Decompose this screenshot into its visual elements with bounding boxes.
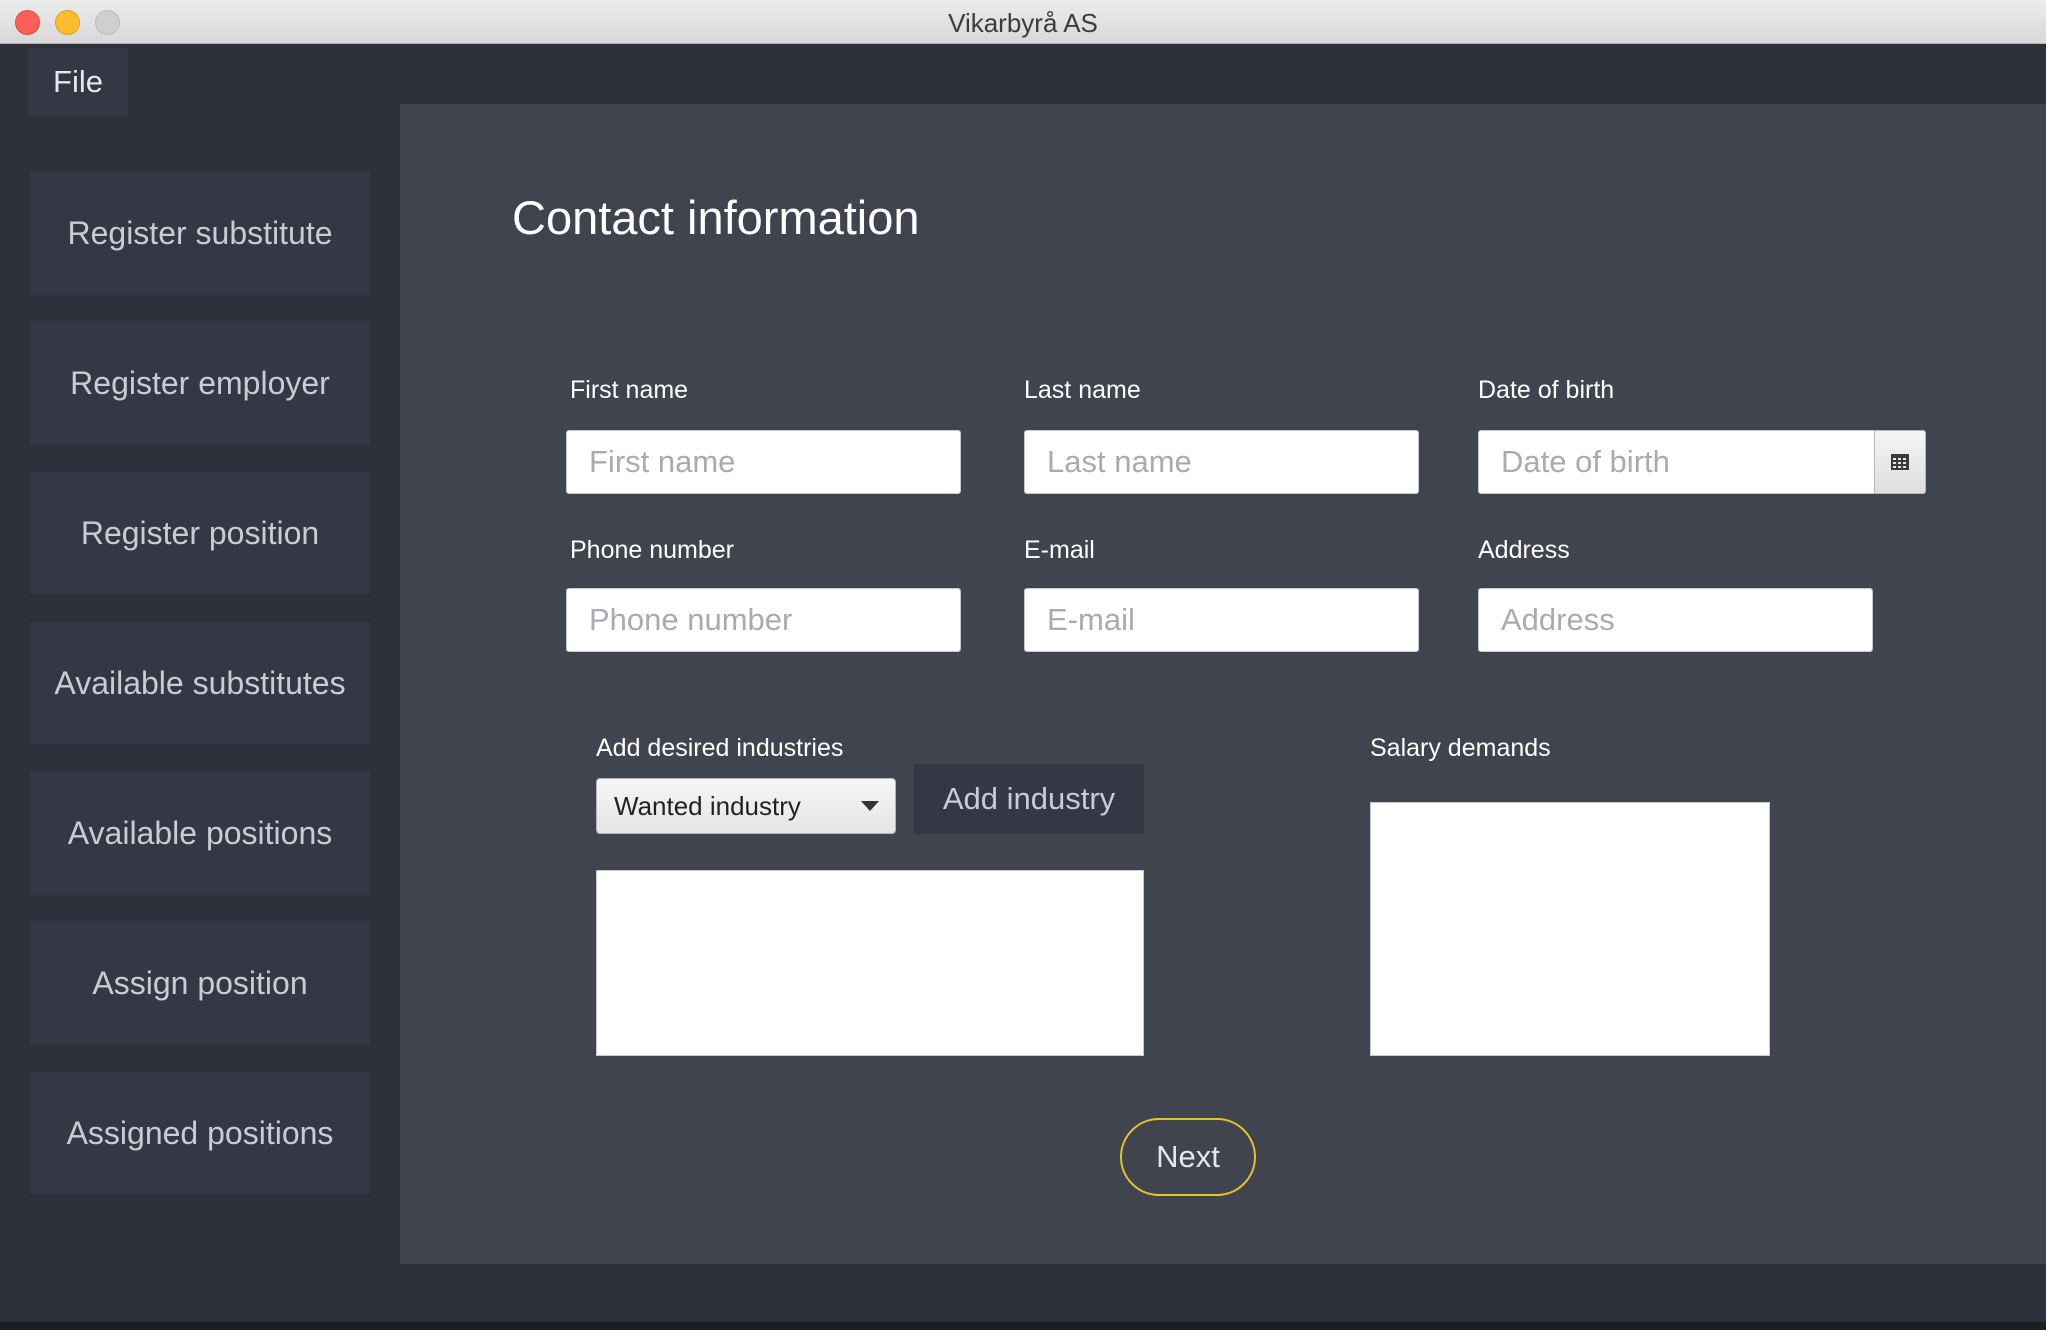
sidebar-item-register-substitute[interactable]: Register substitute [30, 172, 370, 294]
sidebar-item-register-employer[interactable]: Register employer [30, 322, 370, 444]
salary-demands-label: Salary demands [1370, 734, 1551, 762]
next-button[interactable]: Next [1120, 1118, 1256, 1196]
industry-select[interactable]: Wanted industry [596, 778, 896, 834]
last-name-label: Last name [1024, 376, 1141, 404]
industry-select-value: Wanted industry [614, 790, 801, 821]
app-window: Vikarbyrå AS File Register substitute Re… [0, 0, 2046, 1330]
sidebar-item-register-position[interactable]: Register position [30, 472, 370, 594]
sidebar-item-available-positions[interactable]: Available positions [30, 772, 370, 894]
add-industry-button[interactable]: Add industry [914, 764, 1144, 834]
page-title: Contact information [512, 191, 920, 244]
desired-industries-label: Add desired industries [596, 734, 844, 762]
sidebar-item-available-substitutes[interactable]: Available substitutes [30, 622, 370, 744]
sidebar-item-assign-position[interactable]: Assign position [30, 922, 370, 1044]
date-of-birth-label: Date of birth [1478, 376, 1615, 404]
phone-number-label: Phone number [570, 536, 735, 564]
contact-form-panel: Contact information First name Last name… [400, 104, 2046, 1264]
chevron-down-icon [861, 801, 879, 811]
date-of-birth-input[interactable] [1478, 430, 1876, 494]
email-label: E-mail [1024, 536, 1095, 564]
address-label: Address [1478, 536, 1570, 564]
file-menu[interactable]: File [28, 48, 128, 116]
phone-number-input[interactable] [566, 588, 961, 652]
first-name-input[interactable] [566, 430, 961, 494]
sidebar-item-assigned-positions[interactable]: Assigned positions [30, 1072, 370, 1194]
window-bottom-edge [0, 1322, 2046, 1330]
date-picker-button[interactable] [1874, 430, 1926, 494]
window-title: Vikarbyrå AS [948, 8, 1098, 38]
address-input[interactable] [1478, 588, 1873, 652]
calendar-icon [1891, 454, 1909, 470]
salary-demands-textarea[interactable] [1370, 802, 1770, 1056]
industries-list[interactable] [596, 870, 1144, 1056]
title-bar: Vikarbyrå AS [0, 0, 2046, 44]
last-name-input[interactable] [1024, 430, 1419, 494]
first-name-label: First name [570, 376, 689, 404]
email-input[interactable] [1024, 588, 1419, 652]
